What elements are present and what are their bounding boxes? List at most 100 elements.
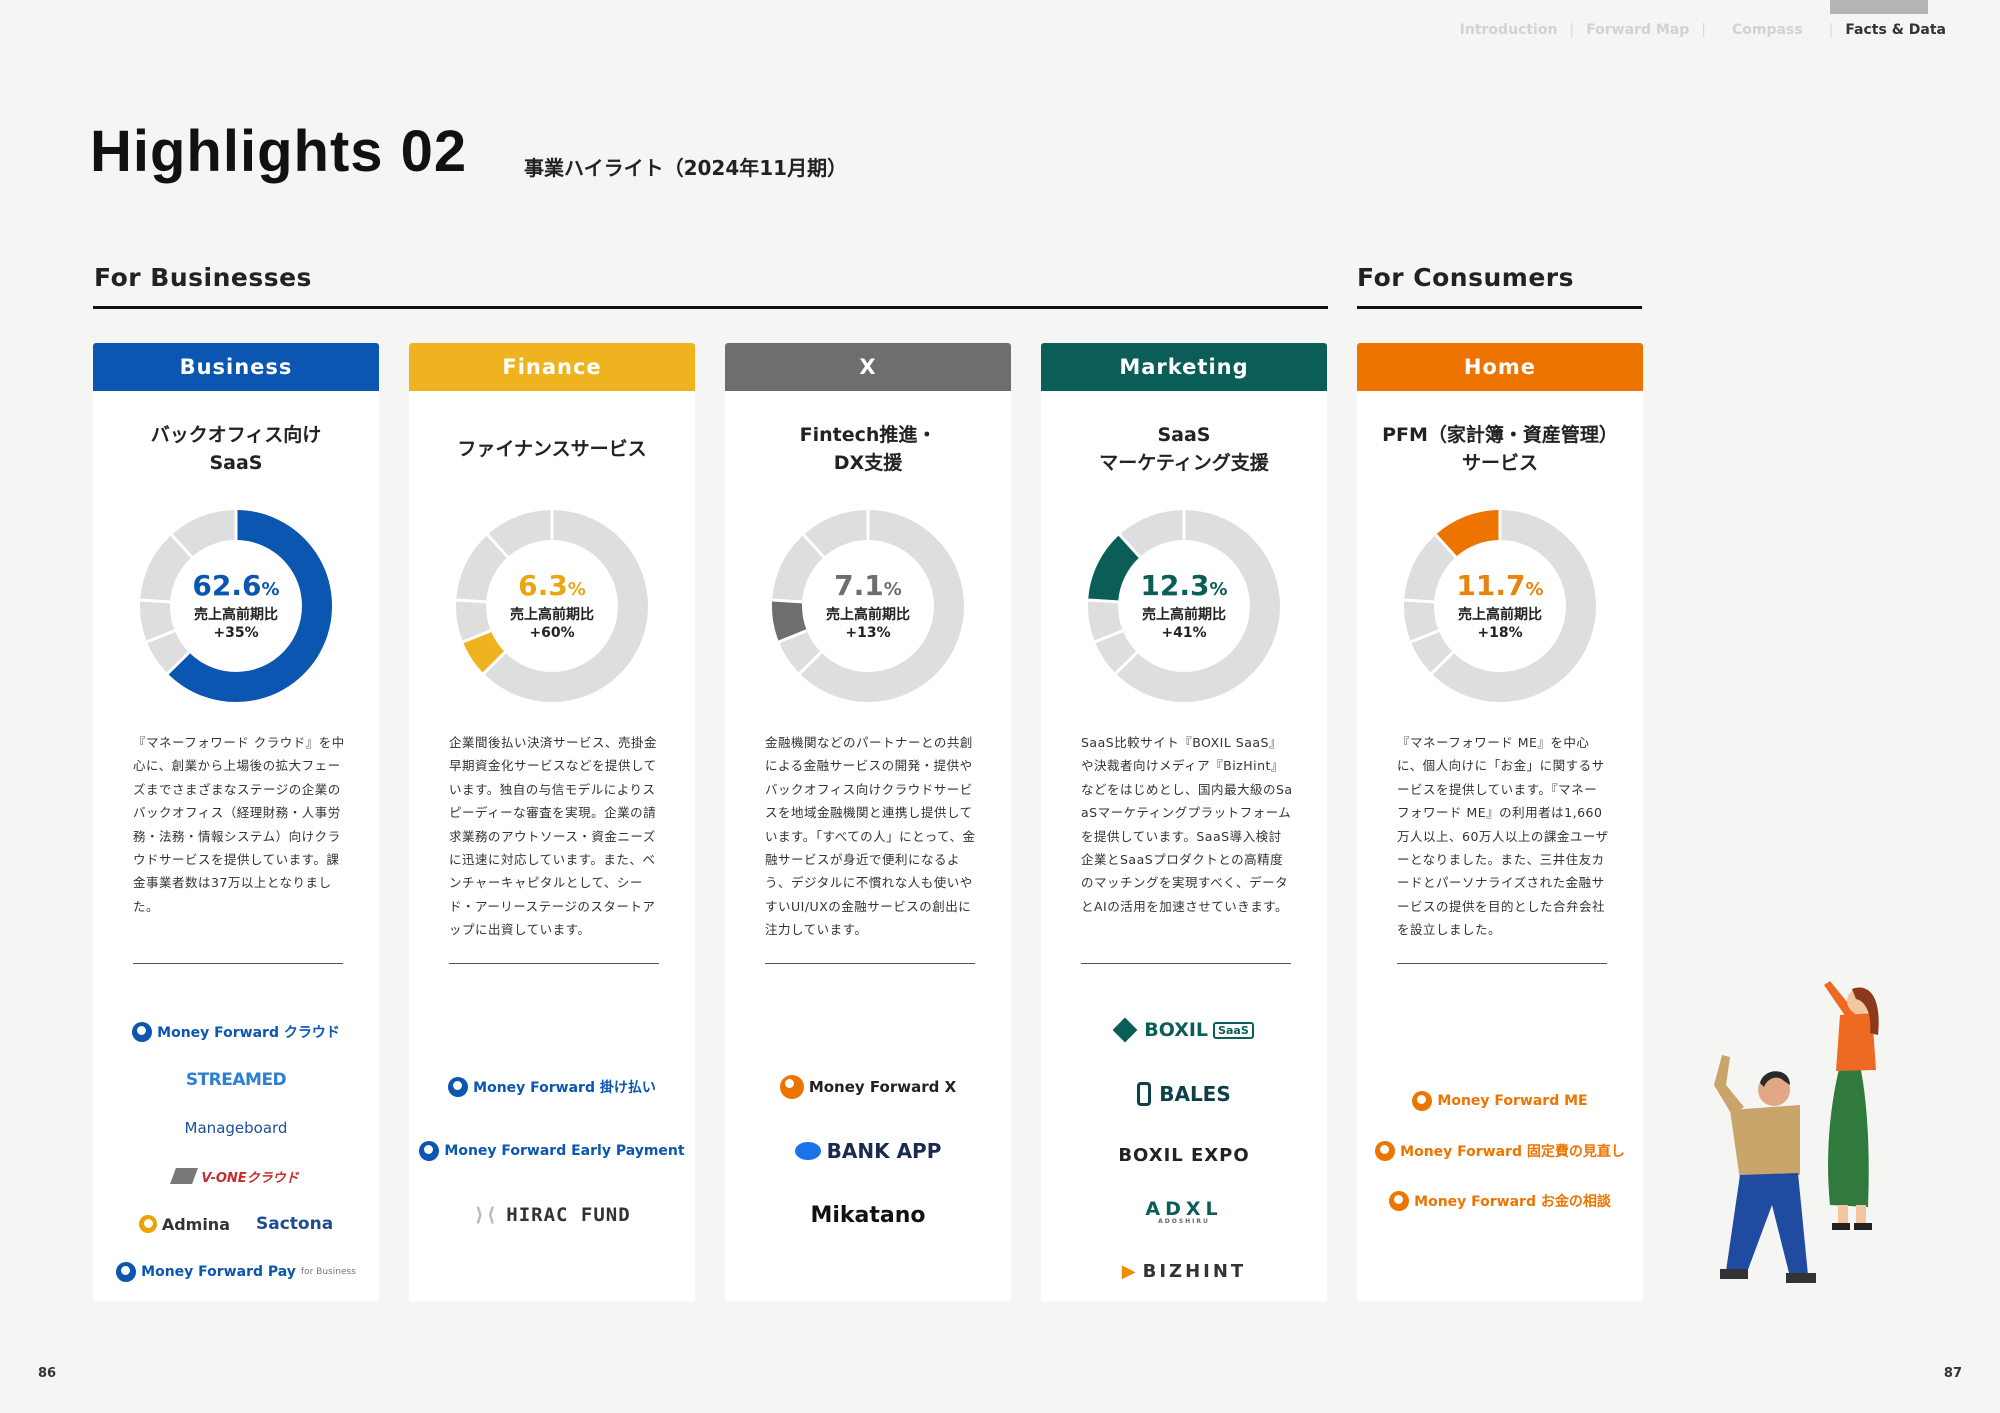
logo-bizhint: ▶ BIZHINT: [1122, 1242, 1246, 1300]
segment-title-line: PFM（家計簿・資産管理）: [1382, 424, 1618, 446]
logo-mf-early-payment: Money Forward Early Payment: [419, 1119, 685, 1183]
share-value: 11.7: [1456, 569, 1526, 602]
logo-text: Money Forward ME: [1437, 1093, 1588, 1109]
segment-title: ファイナンスサービス: [409, 435, 695, 463]
segment-description: 『マネーフォワード ME』を中心に、個人向けに「お金」に関するサービスを提供して…: [1397, 735, 1609, 938]
hirac-icon: ⟩⟨: [473, 1204, 499, 1226]
man-shoe: [1720, 1269, 1748, 1279]
percent-sign: %: [1209, 579, 1228, 600]
v-one-icon: [170, 1168, 199, 1184]
logo-streamed: STREAMED: [185, 1070, 287, 1090]
logo-mikatano: Mikatano: [810, 1202, 926, 1228]
logo-boxil-saas: BOXIL SaaS: [1112, 998, 1254, 1062]
service-logos: Money Forward クラウド STREAMED Manageboard …: [93, 1008, 379, 1296]
logo-text: Money Forward クラウド: [157, 1025, 340, 1041]
man-pants: [1726, 1173, 1808, 1277]
share-percent: 11.7%: [1456, 570, 1543, 606]
donut-center: 62.6% 売上高前期比 +35%: [133, 503, 339, 709]
nav-item-introduction[interactable]: Introduction: [1448, 22, 1570, 38]
divider: [1081, 963, 1291, 964]
segment-title-line: DX支援: [833, 452, 903, 474]
nav-item-forward-map[interactable]: Forward Map: [1574, 22, 1701, 38]
man-arm: [1714, 1055, 1744, 1115]
card-header: Finance: [409, 343, 695, 391]
bales-icon: [1137, 1082, 1152, 1106]
segment-title: SaaS マーケティング支援: [1041, 421, 1327, 477]
segment-title-line: ファイナンスサービス: [457, 438, 647, 460]
logo-mf-me: Money Forward ME: [1412, 1076, 1588, 1126]
woman-skirt: [1828, 1065, 1869, 1207]
share-percent: 12.3%: [1140, 570, 1227, 606]
percent-sign: %: [1525, 579, 1544, 600]
segment-title-line: SaaS: [209, 452, 263, 474]
logo-row: Admina Sactona: [138, 1200, 334, 1248]
logo-text: V-ONEクラウド: [201, 1170, 299, 1186]
money-forward-icon: [1375, 1141, 1396, 1161]
section-divider-consumers: [1357, 306, 1642, 309]
segment-title-line: マーケティング支援: [1099, 452, 1269, 474]
active-tab-indicator: [1830, 0, 1928, 14]
divider: [133, 963, 343, 964]
yoy-value: +13%: [845, 625, 891, 641]
segment-card-marketing: Marketing SaaS マーケティング支援 12.3% 売上高前期比 +4…: [1041, 343, 1327, 1301]
bizhint-icon: ▶: [1121, 1260, 1139, 1282]
revenue-share-donut: 62.6% 売上高前期比 +35%: [133, 503, 339, 709]
logo-text: BALES: [1159, 1082, 1231, 1106]
bank-app-icon: [794, 1142, 821, 1160]
logo-text: BANK APP: [826, 1139, 942, 1163]
yoy-value: +41%: [1161, 625, 1207, 641]
logo-text: Money Forward 掛け払い: [473, 1080, 656, 1096]
logo-text: Money Forward Pay: [141, 1264, 296, 1280]
saas-badge: SaaS: [1213, 1021, 1254, 1039]
woman-leg: [1838, 1205, 1848, 1225]
woman-shirt: [1836, 1013, 1876, 1071]
divider: [765, 963, 975, 964]
section-nav: Introduction | Forward Map | Compass | F…: [1448, 22, 1958, 38]
donut-center: 11.7% 売上高前期比 +18%: [1397, 503, 1603, 709]
logo-text: Money Forward X: [808, 1078, 957, 1096]
yoy-value: +60%: [529, 625, 575, 641]
nav-item-facts-data[interactable]: Facts & Data: [1833, 22, 1958, 38]
money-forward-icon: [116, 1262, 137, 1282]
money-forward-icon: [132, 1022, 153, 1042]
card-header: Business: [93, 343, 379, 391]
segment-title-line: SaaS: [1157, 424, 1211, 446]
logo-mf-money-consult: Money Forward お金の相談: [1389, 1176, 1611, 1226]
money-forward-icon: [1389, 1191, 1410, 1211]
logo-text: BOXIL: [1144, 1019, 1209, 1041]
card-header: Marketing: [1041, 343, 1327, 391]
logo-mf-cloud: Money Forward クラウド: [132, 1008, 340, 1056]
revenue-share-donut: 6.3% 売上高前期比 +60%: [449, 503, 655, 709]
logo-mf-x: Money Forward X: [779, 1055, 957, 1119]
segment-description: 『マネーフォワード クラウド』を中心に、創業から上場後の拡大フェーズまでさまざま…: [133, 735, 345, 914]
section-label-consumers: For Consumers: [1357, 263, 1574, 292]
segment-description: 金融機関などのパートナーとの共創による金融サービスの開発・提供やバックオフィス向…: [765, 735, 976, 938]
yoy-value: +18%: [1477, 625, 1523, 641]
segment-title: Fintech推進・ DX支援: [725, 421, 1011, 477]
money-forward-icon: [779, 1075, 804, 1099]
people-illustration: [1714, 981, 1879, 1283]
donut-center: 7.1% 売上高前期比 +13%: [765, 503, 971, 709]
segment-description: 企業間後払い決済サービス、売掛金早期資金化サービスなどを提供しています。独自の与…: [449, 735, 658, 938]
logo-sactona: Sactona: [256, 1214, 334, 1234]
money-forward-icon: [419, 1141, 440, 1161]
revenue-share-donut: 7.1% 売上高前期比 +13%: [765, 503, 971, 709]
logo-boxil-expo: BOXIL EXPO: [1118, 1144, 1250, 1166]
nav-item-compass[interactable]: Compass: [1706, 22, 1829, 38]
page-number-left: 86: [38, 1366, 57, 1381]
admina-icon: [138, 1215, 157, 1233]
logo-mf-pay: Money Forward Pay for Business: [116, 1248, 356, 1296]
segment-card-finance: Finance ファイナンスサービス 6.3% 売上高前期比 +60% 企業間後…: [409, 343, 695, 1301]
segment-title: PFM（家計簿・資産管理） サービス: [1357, 421, 1643, 477]
percent-sign: %: [883, 579, 902, 600]
divider: [449, 963, 659, 964]
logo-subtext: ADOSHIRU: [1158, 1218, 1210, 1225]
logo-subtext: for Business: [300, 1267, 356, 1277]
yoy-value: +35%: [213, 625, 259, 641]
logo-adxl: ADXL ADOSHIRU: [1145, 1184, 1222, 1242]
money-forward-icon: [1412, 1091, 1433, 1111]
segment-title-line: バックオフィス向け: [150, 424, 322, 446]
segment-description: SaaS比較サイト『BOXIL SaaS』や決裁者向けメディア『BizHint』…: [1081, 735, 1293, 914]
segment-card-home: Home PFM（家計簿・資産管理） サービス 11.7% 売上高前期比 +18…: [1357, 343, 1643, 1301]
logo-text: Money Forward Early Payment: [444, 1143, 685, 1159]
